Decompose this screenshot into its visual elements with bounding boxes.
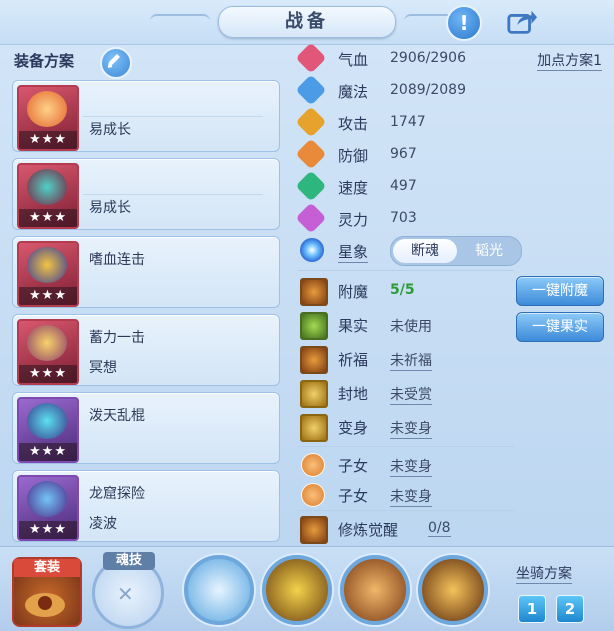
exclamation-icon: ! — [459, 11, 469, 35]
equip-icon: ★★★ — [17, 85, 79, 151]
spirit-icon — [295, 202, 327, 234]
slot-line: 冥想 — [89, 360, 117, 376]
skill-slot-2[interactable] — [262, 555, 332, 625]
fief-icon — [300, 380, 328, 408]
star-sign-icon — [300, 238, 324, 262]
soul-skill-button[interactable]: 魂技 ✕ — [92, 552, 164, 629]
slot-line: 易成长 — [89, 122, 131, 138]
share-icon — [507, 10, 538, 34]
equip-icon: ★★★ — [17, 319, 79, 385]
child-icon — [301, 483, 325, 507]
slot-line: 龙窟探险 — [89, 486, 145, 502]
slot-line: 蓄力一击 — [89, 330, 145, 346]
plan-slot-4[interactable]: ★★★ 蓄力一击 冥想 — [12, 314, 280, 386]
slot-line: 易成长 — [89, 200, 131, 216]
stat-speed: 速度 497 — [294, 170, 608, 202]
one-click-enchant-button[interactable]: 一键附魔 — [516, 276, 604, 306]
trait-transform: 变身 未变身 — [294, 412, 608, 442]
plan-slot-2[interactable]: ★★★ 易成长 — [12, 158, 280, 230]
shield-icon — [295, 138, 327, 170]
bottom-bar: 套装 魂技 ✕ 坐骑方案 1 2 — [0, 546, 614, 631]
equip-icon: ★★★ — [17, 241, 79, 307]
trait-fief: 封地 未受赏 — [294, 378, 608, 408]
stat-defense: 防御 967 — [294, 138, 608, 170]
star-toggle[interactable]: 断魂 韬光 — [390, 236, 522, 266]
skill-slot-3[interactable] — [340, 555, 410, 625]
pencil-icon — [107, 54, 120, 68]
skill-slot-1[interactable] — [184, 555, 254, 625]
empty-slot-icon: ✕ — [117, 582, 134, 606]
trait-blessing: 祈福 未祈福 — [294, 344, 608, 374]
equip-icon: ★★★ — [17, 163, 79, 229]
cultivation-icon — [300, 516, 328, 544]
stat-mp: 魔法 2089/2089 — [294, 74, 608, 106]
stat-attack: 攻击 1747 — [294, 106, 608, 138]
skill-slot-4[interactable] — [418, 555, 488, 625]
one-click-fruit-button[interactable]: 一键果实 — [516, 312, 604, 342]
blessing-icon — [300, 346, 328, 374]
child-icon — [301, 453, 325, 477]
enchant-icon — [300, 278, 328, 306]
equip-icon: ★★★ — [17, 397, 79, 463]
transform-icon — [300, 414, 328, 442]
treasure-icon — [25, 593, 65, 617]
stat-hp: 气血 2906/2906 — [294, 42, 608, 74]
heart-icon — [295, 42, 327, 74]
help-button[interactable]: ! — [446, 5, 482, 41]
fruit-icon — [300, 312, 328, 340]
trait-child-2: 子女 未变身 — [294, 480, 608, 510]
sword-icon — [295, 106, 327, 138]
slot-line: 嗜血连击 — [89, 252, 145, 268]
lightning-icon — [295, 170, 327, 202]
stat-spirit: 灵力 703 — [294, 202, 608, 234]
slot-line: 凌波 — [89, 516, 117, 532]
suit-button[interactable]: 套装 — [12, 557, 82, 627]
slot-line: 泼天乱棍 — [89, 408, 145, 424]
mana-icon — [295, 74, 327, 106]
plan-slot-3[interactable]: ★★★ 嗜血连击 — [12, 236, 280, 308]
equipment-plan-panel: 装备方案 ★★★ 易成长 ★★★ 易成长 ★★★ 嗜血连击 ★★★ 蓄力一击 冥… — [8, 44, 288, 546]
plan-slot-6[interactable]: ★★★ 龙窟探险 凌波 — [12, 470, 280, 542]
equip-icon: ★★★ — [17, 475, 79, 541]
plan-slot-5[interactable]: ★★★ 泼天乱棍 — [12, 392, 280, 464]
share-button[interactable] — [506, 6, 538, 38]
trait-child-1: 子女 未变身 — [294, 450, 608, 480]
plan-slot-1[interactable]: ★★★ 易成长 — [12, 80, 280, 152]
stat-star: 星象 断魂 韬光 — [294, 236, 608, 266]
stats-panel: 加点方案1 气血 2906/2906 魔法 2089/2089 攻击 1747 … — [294, 42, 608, 546]
star-option-active[interactable]: 断魂 — [393, 239, 457, 263]
plan-title: 装备方案 — [14, 52, 75, 70]
edit-plan-button[interactable] — [100, 47, 132, 79]
mount-plan-title[interactable]: 坐骑方案 — [516, 563, 572, 584]
mount-plan-2-button[interactable]: 2 — [556, 595, 584, 623]
trait-cultivation: 修炼觉醒 0/8 — [294, 514, 608, 544]
page-title: 战备 — [218, 6, 396, 38]
title-ornament-left — [150, 14, 210, 28]
title-bar: 战备 ! — [0, 0, 614, 45]
star-option-inactive[interactable]: 韬光 — [459, 239, 519, 263]
mount-plan-1-button[interactable]: 1 — [518, 595, 546, 623]
